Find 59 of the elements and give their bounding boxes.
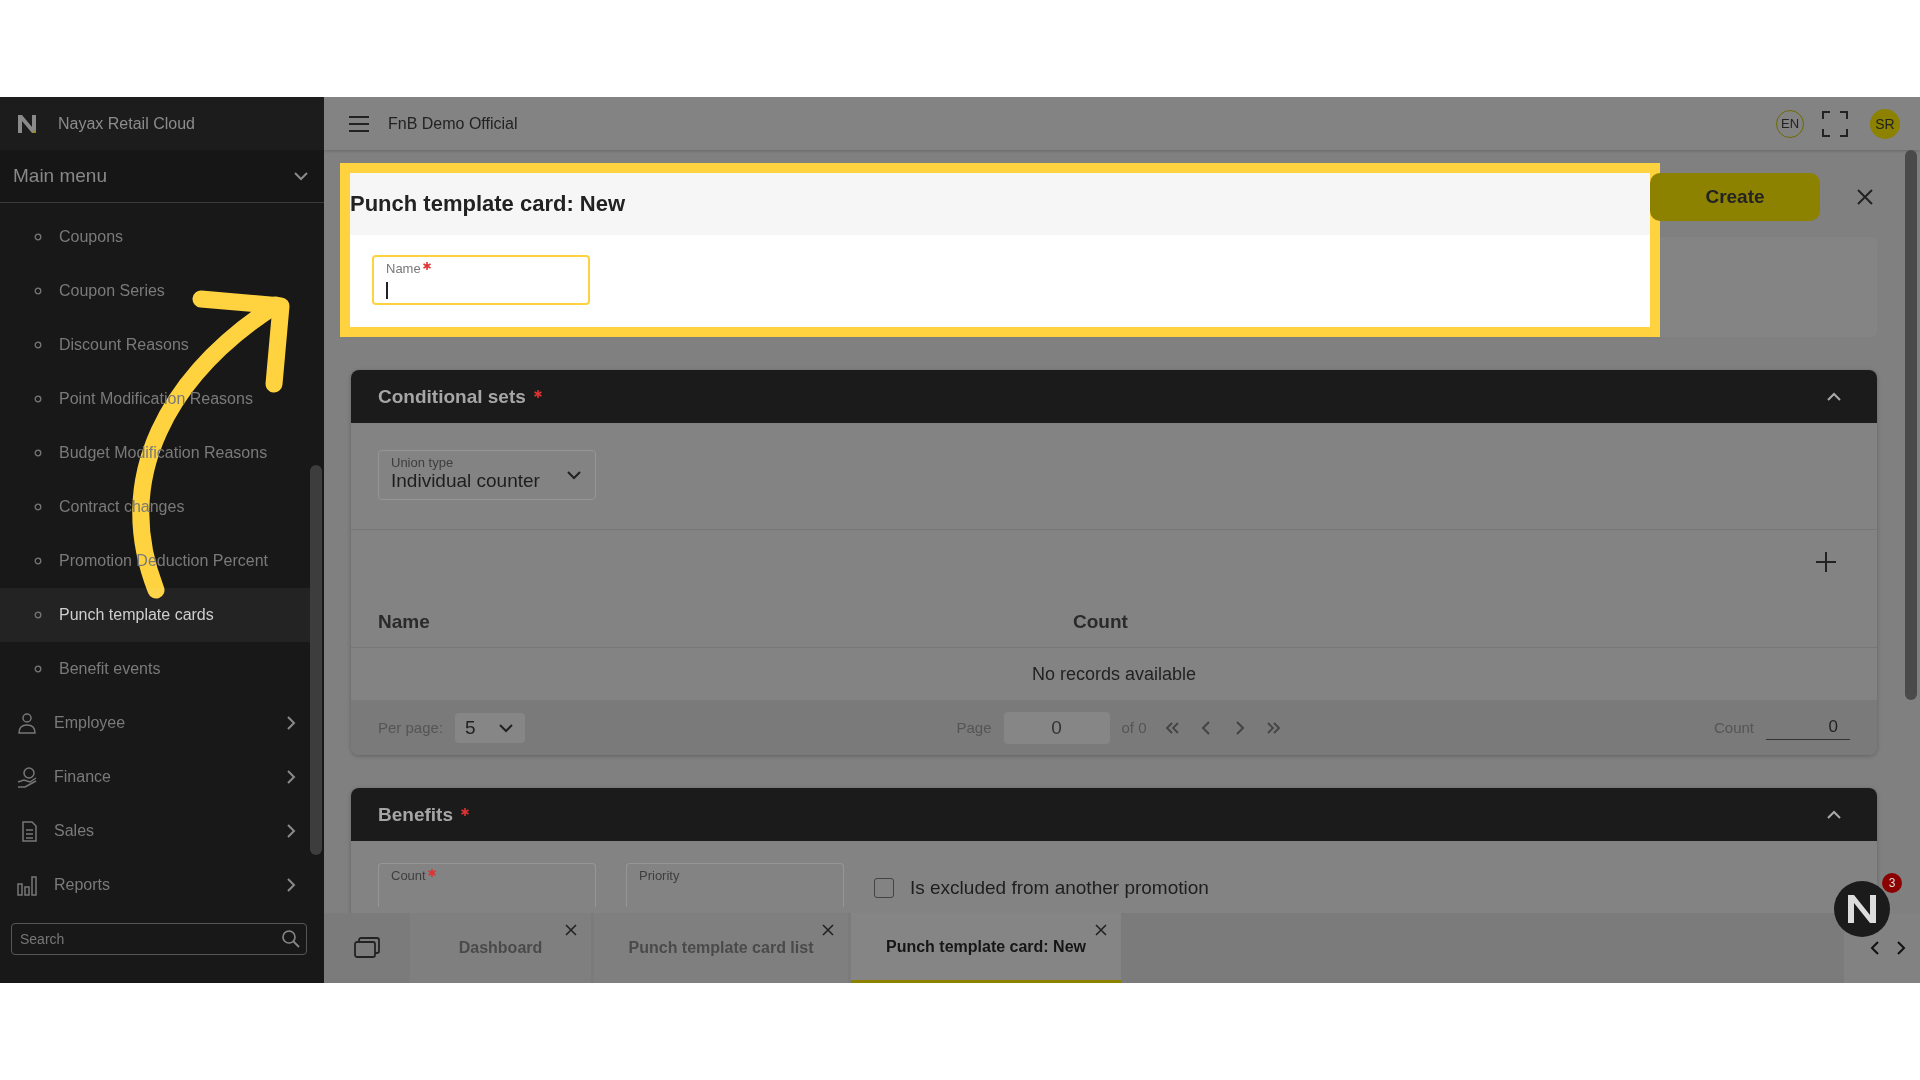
- menu-group[interactable]: Finance: [0, 750, 310, 804]
- bullet-icon: [34, 233, 42, 241]
- asterisk-icon: [460, 807, 469, 816]
- bullet-icon: [34, 611, 42, 619]
- menu-item[interactable]: Benefit events: [0, 642, 310, 696]
- app-title: Nayax Retail Cloud: [58, 114, 195, 133]
- bar-chart-icon: [16, 874, 38, 896]
- create-button[interactable]: Create: [1650, 173, 1820, 221]
- company-name: FnB Demo Official: [388, 114, 518, 133]
- windows-icon[interactable]: [354, 937, 380, 959]
- checkbox[interactable]: [874, 878, 894, 898]
- close-icon[interactable]: [822, 924, 834, 936]
- union-type-select[interactable]: Union type Individual counter: [378, 450, 596, 500]
- menu-icon[interactable]: [348, 114, 370, 133]
- logo-icon: [16, 112, 38, 135]
- bullet-icon: [34, 557, 42, 565]
- menu-item[interactable]: Discount Reasons: [0, 318, 310, 372]
- menu-item[interactable]: Coupons: [0, 210, 310, 264]
- column-header[interactable]: Name: [378, 610, 1073, 633]
- column-header[interactable]: Count: [1073, 610, 1850, 633]
- bullet-icon: [34, 395, 42, 403]
- empty-message: No records available: [1030, 662, 1198, 686]
- asterisk-icon: [533, 389, 542, 398]
- bullet-icon: [34, 449, 42, 457]
- tab[interactable]: Punch template card: New: [851, 913, 1121, 983]
- section-header[interactable]: Conditional sets: [351, 370, 1877, 423]
- plus-icon[interactable]: [1815, 551, 1837, 573]
- menu-group[interactable]: Reports: [0, 858, 310, 912]
- name-field[interactable]: Name: [372, 255, 590, 305]
- scrollbar[interactable]: [310, 465, 322, 855]
- checkbox-label: Is excluded from another promotion: [910, 877, 1209, 899]
- search-field[interactable]: Search: [11, 923, 307, 955]
- close-icon[interactable]: [565, 924, 577, 936]
- section-header[interactable]: Benefits: [351, 788, 1877, 841]
- per-page-select[interactable]: 5: [455, 712, 526, 743]
- page-field[interactable]: 0: [1003, 711, 1110, 744]
- search-icon[interactable]: [281, 929, 301, 949]
- bullet-icon: [34, 503, 42, 511]
- user-avatar[interactable]: SR: [1870, 108, 1900, 139]
- bullet-icon: [34, 287, 42, 295]
- bullet-icon: [34, 665, 42, 673]
- hand-coin-icon: [16, 766, 38, 788]
- count-field: 0: [1766, 715, 1850, 740]
- menu-item[interactable]: Coupon Series: [0, 264, 310, 318]
- fullscreen-icon[interactable]: [1822, 110, 1848, 137]
- asterisk-icon: [422, 262, 431, 270]
- scrollbar[interactable]: [1905, 150, 1917, 700]
- bullet-icon: [34, 341, 42, 349]
- close-icon[interactable]: [1095, 924, 1107, 936]
- form-title: Punch template card: New: [350, 173, 1650, 235]
- menu-item[interactable]: Punch template cards: [0, 588, 310, 642]
- close-icon[interactable]: [1856, 188, 1874, 206]
- menu-group[interactable]: Sales: [0, 804, 310, 858]
- notification-badge: 3: [1882, 873, 1902, 893]
- input-field[interactable]: Count: [378, 863, 596, 907]
- menu-group[interactable]: Employee: [0, 696, 310, 750]
- person-icon: [16, 712, 38, 734]
- asterisk-icon: [427, 869, 436, 877]
- input-field[interactable]: Priority: [626, 863, 844, 907]
